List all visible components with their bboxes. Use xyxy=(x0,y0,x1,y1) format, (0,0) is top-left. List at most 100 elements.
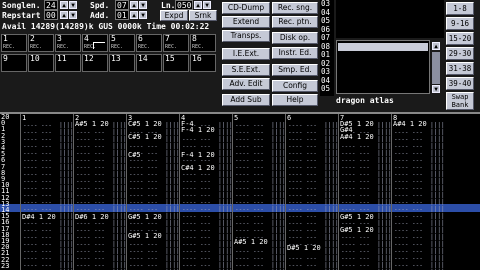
note-cell[interactable]: D#4 1 20 xyxy=(22,214,56,222)
swap-bank-line1: Swap xyxy=(451,93,469,101)
sample-slot-6[interactable]: 6 REC. xyxy=(136,34,162,52)
note-cell[interactable]: A#5 1 20 xyxy=(75,121,109,129)
sample-slot-13[interactable]: 13 xyxy=(109,54,135,72)
cd-dump-button[interactable]: CD-Dump xyxy=(222,2,270,14)
songlen-value[interactable]: 24 xyxy=(44,0,58,10)
channel-8[interactable]: 8---- --- |||| ---- --- |||| ---- --- ||… xyxy=(391,114,445,270)
sample-slot-15[interactable]: 15 xyxy=(163,54,189,72)
songlen-down-arrow-icon[interactable]: ▼ xyxy=(69,1,77,9)
repstart-value[interactable]: 00 xyxy=(44,10,58,20)
note-cell[interactable]: C#4 1 20 xyxy=(181,164,215,172)
se-ext-button[interactable]: S.E.Ext. xyxy=(222,64,270,76)
sample-slot-1[interactable]: 1 REC. xyxy=(1,34,27,52)
note-cell[interactable]: F-4 1 20 xyxy=(181,152,215,160)
sample-slot-12[interactable]: 12 xyxy=(82,54,108,72)
rec-pattern-button[interactable]: Rec. ptn. xyxy=(272,16,318,28)
channel-range-button-39-40[interactable]: 39-40 xyxy=(446,77,474,90)
config-button[interactable]: Config xyxy=(272,80,318,92)
sample-slot-4[interactable]: 4 REC. xyxy=(82,34,108,52)
song-position-item[interactable]: 05 xyxy=(321,85,330,93)
gus-value: 0000k xyxy=(117,22,142,31)
instr-ed-button[interactable]: Instr. Ed. xyxy=(272,47,318,59)
instr-scroll-down-icon[interactable]: ▼ xyxy=(432,85,440,93)
note-cell[interactable]: D#5 1 20 xyxy=(287,245,321,253)
help-button[interactable]: Help xyxy=(272,94,318,106)
songlen-up-arrow-icon[interactable]: ▲ xyxy=(60,1,68,9)
note-cell[interactable]: A#4 1 20 xyxy=(340,133,374,141)
spd-up-arrow-icon[interactable]: ▲ xyxy=(130,1,138,9)
channel-2[interactable]: 2---- --- |||| ---- --- |||| ---- --- ||… xyxy=(73,114,127,270)
tracker-window: Songlen. 24 ▲ ▼ Repstart 00 ▲ ▼ Spd. 07 … xyxy=(0,0,480,270)
smp-ed-button[interactable]: Smp. Ed. xyxy=(272,64,318,76)
note-cell[interactable]: A#5 1 20 xyxy=(234,239,268,246)
adv-edit-button[interactable]: Adv. Edit xyxy=(222,78,270,90)
channel-range-button-29-30[interactable]: 29-30 xyxy=(446,47,474,60)
sample-slot-5[interactable]: 5 REC. xyxy=(109,34,135,52)
add-label: Add. xyxy=(90,11,110,20)
extend-button[interactable]: Extend xyxy=(222,16,270,28)
sample-number: 9 xyxy=(3,54,8,63)
sample-slot-7[interactable]: 7 REC. xyxy=(163,34,189,52)
add-down-arrow-icon[interactable]: ▼ xyxy=(139,11,147,19)
channel-range-button-15-20[interactable]: 15-20 xyxy=(446,32,474,45)
song-position-item[interactable]: 05 xyxy=(321,17,330,25)
sample-slot-2[interactable]: 2 REC. xyxy=(28,34,54,52)
spd-value[interactable]: 07 xyxy=(115,0,129,10)
note-cell[interactable]: G#5 1 20 xyxy=(128,232,162,240)
note-cell[interactable]: F-4 1 20 xyxy=(181,127,215,135)
song-position-item[interactable]: 07 xyxy=(321,34,330,42)
avail-label: Avail xyxy=(2,22,27,31)
empty-row-marker: ---- --- |||| ---- --- |||| ---- --- |||… xyxy=(394,122,445,270)
instr-scroll-up-icon[interactable]: ▲ xyxy=(432,42,440,50)
note-cell[interactable]: C#5 xyxy=(128,152,141,160)
note-cell[interactable]: G#5 1 20 xyxy=(340,214,374,222)
sample-slot-10[interactable]: 10 xyxy=(28,54,54,72)
repstart-down-arrow-icon[interactable]: ▼ xyxy=(69,11,77,19)
swap-bank-button[interactable]: Swap Bank xyxy=(446,92,474,110)
row-number: 23 xyxy=(1,261,10,270)
add-value[interactable]: 01 xyxy=(115,10,129,20)
ln-value[interactable]: 050 xyxy=(175,0,193,10)
sample-slot-9[interactable]: 9 xyxy=(1,54,27,72)
note-cell[interactable]: A#4 1 20 xyxy=(393,121,427,129)
repstart-up-arrow-icon[interactable]: ▲ xyxy=(60,11,68,19)
instr-scrollbar[interactable] xyxy=(432,52,440,84)
sample-number: 8 xyxy=(192,34,197,43)
add-sub-button[interactable]: Add Sub xyxy=(222,94,270,106)
sample-slot-8[interactable]: 8 REC. xyxy=(190,34,216,52)
pattern-editor[interactable]: 20 0 1 2 3 4 5 6 7 8 9 10 11 12 13 14 15 16 17 18 19 20 21 22 23… xyxy=(0,112,480,270)
add-up-arrow-icon[interactable]: ▲ xyxy=(130,11,138,19)
song-position-item[interactable]: 03 xyxy=(321,0,330,8)
sample-number: 6 xyxy=(138,34,143,43)
time-label: Time xyxy=(146,22,166,31)
note-cell[interactable]: G#5 1 20 xyxy=(340,226,374,234)
ln-down-arrow-icon[interactable]: ▼ xyxy=(203,1,211,9)
song-position-item[interactable]: 01 xyxy=(321,51,330,59)
channel-range-button-31-38[interactable]: 31-38 xyxy=(446,62,474,75)
channel-range-button-9-16[interactable]: 9-16 xyxy=(446,17,474,30)
ln-up-arrow-icon[interactable]: ▲ xyxy=(194,1,202,9)
sample-slot-3[interactable]: 3 REC. xyxy=(55,34,81,52)
song-position-item[interactable]: 03 xyxy=(321,68,330,76)
rec-song-button[interactable]: Rec. sng. xyxy=(272,2,318,14)
empty-row-marker: ---- --- |||| ---- --- |||| ---- --- |||… xyxy=(129,122,180,270)
disk-op-button[interactable]: Disk op. xyxy=(272,32,318,44)
channel-range-button-1-8[interactable]: 1-8 xyxy=(446,2,474,15)
note-cell[interactable]: C#5 1 20 xyxy=(128,133,162,141)
ie-ext-button[interactable]: I.E.Ext. xyxy=(222,48,270,60)
ln-label: Ln. xyxy=(161,1,176,10)
note-cell[interactable]: D#6 1 20 xyxy=(75,214,109,222)
sample-slot-16[interactable]: 16 xyxy=(190,54,216,72)
expand-button[interactable]: Expd xyxy=(160,10,188,21)
note-cell[interactable]: C#5 1 20 xyxy=(128,121,162,129)
sample-slot-11[interactable]: 11 xyxy=(55,54,81,72)
channel-1[interactable]: 1 ---- --- |||| ---- --- |||| ---- --- ||… xyxy=(20,114,74,270)
channel-5[interactable]: 5 ---- --- |||| ---- --- |||| ---- --- ||… xyxy=(232,114,286,270)
channel-4[interactable]: 4---- --- |||| ---- --- |||| ---- --- ||… xyxy=(179,114,233,270)
transpose-button[interactable]: Transps. xyxy=(222,30,270,42)
note-cell[interactable]: G#5 1 20 xyxy=(128,214,162,222)
spd-down-arrow-icon[interactable]: ▼ xyxy=(139,1,147,9)
sample-slot-14[interactable]: 14 xyxy=(136,54,162,72)
shrink-button[interactable]: Srnk xyxy=(189,10,217,21)
song-position-list[interactable]: 03 04 05 06 07 08 01 02 03 04 05 xyxy=(320,0,334,96)
